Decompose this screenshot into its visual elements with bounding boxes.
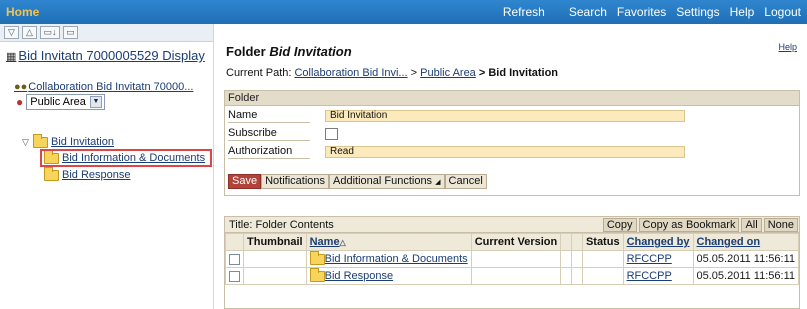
favorites-link[interactable]: Favorites <box>617 5 666 19</box>
filter-icon[interactable]: ▽ <box>4 26 19 39</box>
changed-by-cell: RFCCPP <box>622 250 694 268</box>
help-link[interactable]: Help <box>778 42 797 52</box>
breadcrumb-public-area-link[interactable]: Public Area <box>420 67 476 79</box>
breadcrumb-collab-link[interactable]: Collaboration Bid Invi... <box>294 67 407 79</box>
blank-cell <box>560 267 573 285</box>
copy-button[interactable]: Copy <box>602 218 637 232</box>
home-link[interactable]: Home <box>6 5 39 19</box>
breadcrumb: Current Path: Collaboration Bid Invi... … <box>226 67 559 79</box>
row-select-cell <box>225 250 244 268</box>
name-field[interactable]: Bid Invitation <box>325 110 685 122</box>
authorization-field: Read <box>325 146 685 158</box>
changed-on-cell: 05.05.2011 11:56:11 <box>692 267 800 285</box>
additional-functions-button[interactable]: Additional Functions ◢ <box>329 174 445 189</box>
page-title: Folder Bid Invitation <box>226 44 352 59</box>
left-panel: ▽ △ ▭↓ ▭ ▦ Bid Invitatn 7000005529 Displa… <box>0 24 214 309</box>
status-cell <box>581 250 624 268</box>
panel-header: Folder <box>225 91 799 106</box>
top-nav: Refresh Search Favorites Settings Help L… <box>503 5 801 19</box>
thumbnail-header: Thumbnail <box>243 233 307 251</box>
changed-by-cell: RFCCPP <box>622 267 694 285</box>
blank-header <box>560 233 573 251</box>
divider <box>228 158 310 159</box>
collaboration-link[interactable]: ●●Collaboration Bid Invitatn 70000... <box>14 81 193 93</box>
table-title: Title: Folder Contents <box>229 219 334 231</box>
row-checkbox[interactable] <box>229 270 240 282</box>
save-button[interactable]: Save <box>228 174 262 189</box>
object-title[interactable]: ▦ Bid Invitatn 7000005529 Display <box>6 48 205 63</box>
chevron-down-icon[interactable]: ▼ <box>89 96 102 108</box>
divider <box>228 122 310 123</box>
version-cell <box>470 250 562 268</box>
name-header[interactable]: Name△ <box>305 233 472 251</box>
folder-icon[interactable]: ▭ <box>63 26 78 39</box>
contents-grid: Thumbnail Name△ Current Version Status C… <box>225 233 800 285</box>
thumbnail-cell <box>243 250 307 268</box>
tree-toolbar: ▽ △ ▭↓ ▭ <box>0 24 213 42</box>
logout-link[interactable]: Logout <box>764 5 801 19</box>
collapse-icon[interactable]: ▽ <box>22 137 30 148</box>
folder-icon <box>44 166 59 181</box>
select-none-button[interactable]: None <box>763 218 798 232</box>
main-content: Help Folder Bid Invitation Current Path:… <box>224 24 807 309</box>
triangle-down-icon: ◢ <box>435 179 441 186</box>
panel-buttons: Save Notifications Additional Functions … <box>228 174 487 189</box>
tree-node-bid-invitation[interactable]: ▽ Bid Invitation <box>22 133 114 148</box>
status-header: Status <box>581 233 624 251</box>
select-header <box>225 233 244 251</box>
notifications-button[interactable]: Notifications <box>261 174 329 189</box>
help-link[interactable]: Help <box>730 5 755 19</box>
copy-bookmark-button[interactable]: Copy as Bookmark <box>638 218 740 232</box>
cancel-button[interactable]: Cancel <box>444 174 487 189</box>
divider <box>228 140 310 141</box>
folder-icon <box>309 267 325 282</box>
selected-node-highlight <box>40 149 212 167</box>
folder-icon <box>33 133 48 148</box>
new-folder-icon[interactable]: ▭↓ <box>40 26 60 39</box>
blank-cell <box>571 250 583 268</box>
changed-on-header[interactable]: Changed on <box>692 233 800 251</box>
folder-contents-table: Title: Folder Contents Copy Copy as Book… <box>224 216 800 309</box>
version-header: Current Version <box>470 233 562 251</box>
version-cell <box>470 267 562 285</box>
subscribe-label: Subscribe <box>228 127 277 139</box>
area-selector: ● Public Area ▼ <box>16 94 105 110</box>
blank-cell <box>571 267 583 285</box>
people-icon: ●● <box>14 81 28 93</box>
blank-cell <box>560 250 573 268</box>
select-all-button[interactable]: All <box>741 218 762 232</box>
table-row: Bid Information & Documents RFCCPP 05.05… <box>225 250 800 268</box>
sort-icon: △ <box>339 238 346 247</box>
settings-link[interactable]: Settings <box>676 5 719 19</box>
changed-by-header[interactable]: Changed by <box>622 233 694 251</box>
status-cell <box>581 267 624 285</box>
subscribe-checkbox[interactable] <box>325 128 338 140</box>
table-title-bar: Title: Folder Contents Copy Copy as Book… <box>225 217 799 233</box>
structure-icon: ▦ <box>6 51 17 63</box>
authorization-label: Authorization <box>228 145 293 157</box>
top-bar: Home Refresh Search Favorites Settings H… <box>0 0 807 24</box>
row-checkbox[interactable] <box>229 253 240 265</box>
group-icon: ● <box>16 95 24 109</box>
folder-icon <box>309 250 325 265</box>
area-select[interactable]: Public Area ▼ <box>26 94 105 110</box>
name-cell: Bid Response <box>305 267 472 285</box>
changed-on-cell: 05.05.2011 11:56:11 <box>692 250 800 268</box>
tree-node-bid-response[interactable]: Bid Response <box>44 166 131 181</box>
name-label: Name <box>228 109 258 121</box>
table-row: Bid Response RFCCPP 05.05.2011 11:56:11 <box>225 267 800 285</box>
table-actions: Copy Copy as Bookmark All None <box>602 218 798 232</box>
name-cell: Bid Information & Documents <box>305 250 472 268</box>
search-link[interactable]: Search <box>569 5 607 19</box>
table-header-row: Thumbnail Name△ Current Version Status C… <box>225 233 800 251</box>
refresh-link[interactable]: Refresh <box>503 5 545 19</box>
row-select-cell <box>225 267 244 285</box>
blank-header <box>571 233 583 251</box>
folder-panel: Folder Name Bid Invitation Subscribe Aut… <box>224 90 800 196</box>
up-icon[interactable]: △ <box>22 26 37 39</box>
thumbnail-cell <box>243 267 307 285</box>
